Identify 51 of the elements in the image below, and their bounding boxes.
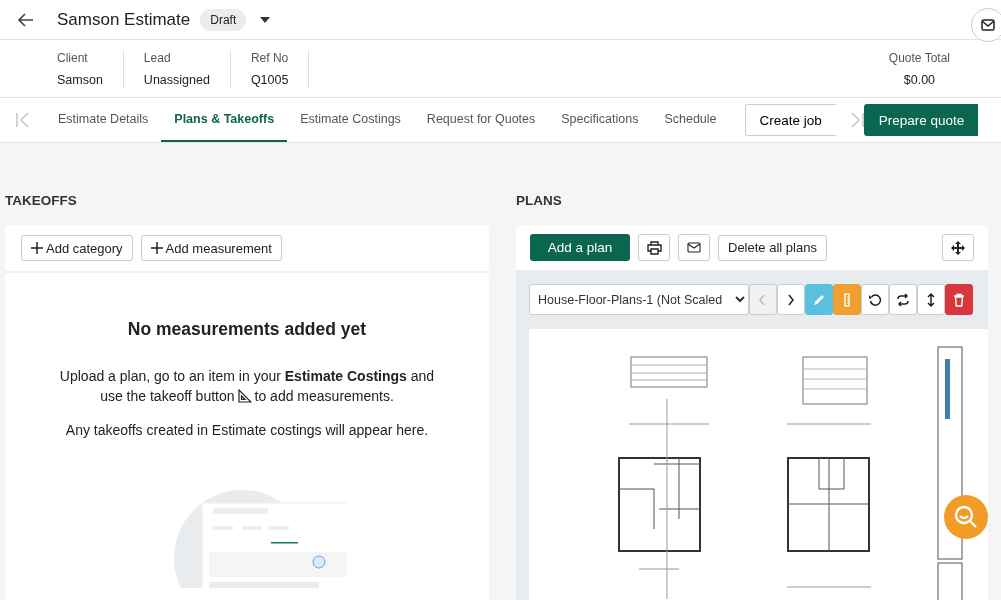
plus-icon: [150, 242, 163, 254]
add-plan-button[interactable]: Add a plan: [530, 234, 630, 261]
field-value: Samson: [57, 72, 103, 87]
plus-icon: [31, 242, 43, 254]
note-text: Any takeoffs created in Estimate costings will appear here.: [65, 422, 429, 438]
mail-button[interactable]: [971, 7, 1001, 42]
mail-button[interactable]: [678, 234, 710, 261]
rotate-icon: [867, 291, 883, 308]
back-arrow-icon[interactable]: [18, 12, 34, 27]
tab[interactable]: Plans & Takeoffs: [161, 98, 288, 142]
move-icon: [951, 240, 965, 255]
field-label: Lead: [143, 50, 172, 65]
create-job-button[interactable]: Create job: [744, 104, 836, 136]
printer-icon: [646, 240, 662, 255]
tab[interactable]: Specifications: [548, 98, 652, 142]
resize-button[interactable]: [917, 284, 945, 315]
plan-select[interactable]: House-Floor-Plans-1 (Not Scaled: [529, 284, 749, 315]
tab[interactable]: Estimate Costings: [287, 98, 414, 142]
section-heading: TAKEOFFS: [5, 193, 78, 210]
prepare-quote-button[interactable]: Prepare quote: [863, 104, 979, 136]
status-badge: Draft: [200, 8, 247, 31]
mail-icon: [981, 18, 995, 31]
quote-total-label: Quote Total: [888, 50, 950, 65]
swap-icon: [895, 291, 911, 308]
instruction-text: Upload a plan, go to an item in your Estimate Costings and: [59, 367, 435, 386]
section-heading: PLANS: [516, 193, 563, 210]
search-icon: [953, 504, 979, 530]
caret-icon[interactable]: [260, 16, 271, 23]
quote-total-value: $0.00: [903, 72, 936, 87]
next-button[interactable]: [777, 284, 805, 315]
delete-button[interactable]: [945, 284, 973, 315]
field-value: Unassigned: [143, 72, 210, 87]
field-value: Q1005: [250, 72, 289, 87]
field-label: Client: [57, 50, 89, 65]
tab[interactable]: Estimate Details: [45, 98, 162, 142]
add-button[interactable]: Add category: [21, 235, 133, 261]
move-button[interactable]: [942, 234, 974, 261]
rotate-button[interactable]: [861, 284, 889, 315]
estimate-title: Samson Estimate: [57, 9, 191, 30]
instruction-text: to add measurements.: [254, 387, 394, 406]
empty-title: No measurements added yet: [127, 319, 367, 340]
tab[interactable]: Request for Quotes: [413, 98, 549, 142]
print-button[interactable]: [638, 234, 670, 261]
trash-icon: [951, 291, 967, 308]
field-label: Ref No: [250, 50, 289, 65]
swap-button[interactable]: [889, 284, 917, 315]
instruction-text: use the takeoff button: [100, 387, 235, 406]
add-button[interactable]: Add measurement: [140, 235, 282, 261]
mail-icon: [687, 242, 701, 253]
tab[interactable]: Schedule: [651, 98, 730, 142]
delete-all-plans-button[interactable]: Delete all plans: [718, 234, 827, 261]
